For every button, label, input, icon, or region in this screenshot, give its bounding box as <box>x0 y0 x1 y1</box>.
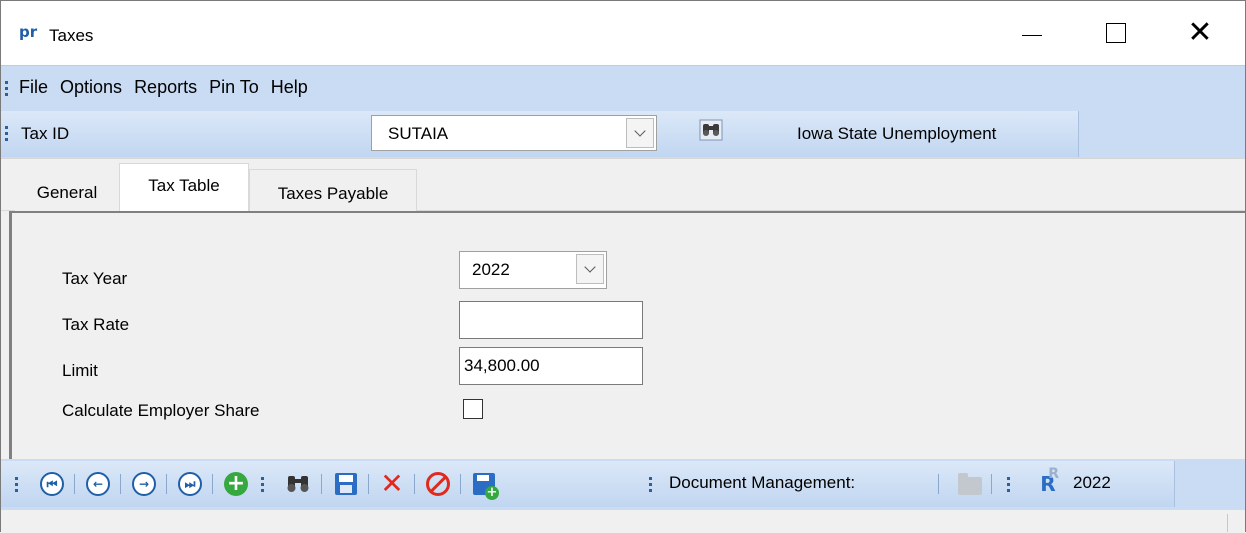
limit-label: Limit <box>62 361 98 380</box>
status-divider <box>1227 514 1228 532</box>
tax-year-dropdown-button[interactable] <box>576 254 604 284</box>
tab-taxes-payable[interactable]: Taxes Payable <box>249 169 417 211</box>
tab-tax-table[interactable]: Tax Table <box>119 163 249 212</box>
menubar-grip-icon[interactable] <box>5 81 8 96</box>
add-button[interactable]: + <box>223 471 249 497</box>
cancel-button[interactable] <box>425 471 451 497</box>
toolbar-grip-icon[interactable] <box>261 477 264 492</box>
app-pr-icon: pr <box>19 23 38 41</box>
taxes-window: pr Taxes ✕ File Options Reports Pin To H… <box>0 0 1246 533</box>
tax-year-combo[interactable]: 2022 <box>459 251 607 289</box>
previous-record-icon: ← <box>86 472 110 496</box>
save-icon <box>335 473 357 495</box>
chevron-down-icon <box>584 261 596 273</box>
close-icon: ✕ <box>1187 15 1213 50</box>
document-management-label: Document Management: <box>669 473 856 492</box>
maximize-button[interactable] <box>1075 1 1157 65</box>
document-folder-button[interactable] <box>957 471 983 497</box>
tax-description: Iowa State Unemployment <box>797 124 997 143</box>
tax-year-label: Tax Year <box>62 269 128 288</box>
save-and-new-icon <box>473 473 499 500</box>
tax-id-value[interactable]: SUTAIA <box>388 124 448 144</box>
menu-item-help[interactable]: Help <box>271 77 308 98</box>
report-button[interactable]: RR <box>1035 466 1061 497</box>
close-button[interactable]: ✕ <box>1159 1 1241 65</box>
menu-item-file[interactable]: File <box>19 77 48 98</box>
delete-button[interactable]: ✕ <box>379 467 405 500</box>
tax-table-panel: Tax Year 2022 Tax Rate Limit Calculate E… <box>9 211 1245 459</box>
minimize-icon <box>1022 34 1042 36</box>
toolbar-grip-icon[interactable] <box>649 477 652 492</box>
first-record-button[interactable]: ⏮ <box>39 471 65 497</box>
tab-strip: General Tax Table Taxes Payable <box>1 159 1245 212</box>
taxbar-grip-icon[interactable] <box>5 126 8 141</box>
tax-id-dropdown-button[interactable] <box>626 118 654 148</box>
report-r-icon: RR <box>1040 466 1060 496</box>
employer-share-label: Calculate Employer Share <box>62 401 260 420</box>
tax-rate-input[interactable] <box>459 301 643 339</box>
minimize-button[interactable] <box>991 1 1073 65</box>
next-record-icon: → <box>132 472 156 496</box>
delete-icon: ✕ <box>380 467 404 500</box>
record-toolbar: ⏮ ← → ⏭ + ✕ Document Management: <box>1 459 1245 509</box>
chevron-down-icon <box>634 125 646 137</box>
first-record-icon: ⏮ <box>40 472 64 496</box>
tax-year-value[interactable]: 2022 <box>472 260 510 280</box>
tax-rate-label: Tax Rate <box>62 315 130 334</box>
find-icon <box>287 476 309 492</box>
add-icon: + <box>224 472 248 496</box>
tax-id-combo[interactable]: SUTAIA <box>371 115 657 151</box>
last-record-icon: ⏭ <box>178 472 202 496</box>
limit-input[interactable] <box>459 347 643 385</box>
folder-icon <box>958 473 982 495</box>
employer-share-checkbox[interactable] <box>463 399 483 419</box>
last-record-button[interactable]: ⏭ <box>177 471 203 497</box>
menu-item-options[interactable]: Options <box>60 77 122 98</box>
toolbar-grip-icon[interactable] <box>1007 477 1010 492</box>
title-bar: pr Taxes ✕ <box>1 1 1245 65</box>
menu-item-pin-to[interactable]: Pin To <box>209 77 259 98</box>
menu-item-reports[interactable]: Reports <box>134 77 197 98</box>
tab-general[interactable]: General <box>15 169 119 211</box>
status-bar <box>1 509 1245 533</box>
previous-record-button[interactable]: ← <box>85 471 111 497</box>
tax-id-toolbar: Tax ID SUTAIA Iowa State Unemployment <box>1 109 1245 159</box>
binoculars-icon[interactable] <box>699 119 723 141</box>
menu-bar: File Options Reports Pin To Help <box>1 65 1245 109</box>
window-title: Taxes <box>49 26 94 45</box>
save-and-new-button[interactable] <box>471 471 499 500</box>
toolbar-grip-icon[interactable] <box>15 477 18 492</box>
tax-id-label: Tax ID <box>21 124 70 143</box>
cancel-icon <box>426 472 450 496</box>
toolbar-year: 2022 <box>1073 473 1111 492</box>
maximize-icon <box>1106 23 1126 43</box>
menu-items: File Options Reports Pin To Help <box>19 77 308 98</box>
next-record-button[interactable]: → <box>131 471 157 497</box>
save-button[interactable] <box>333 471 359 497</box>
find-button[interactable] <box>285 471 311 497</box>
